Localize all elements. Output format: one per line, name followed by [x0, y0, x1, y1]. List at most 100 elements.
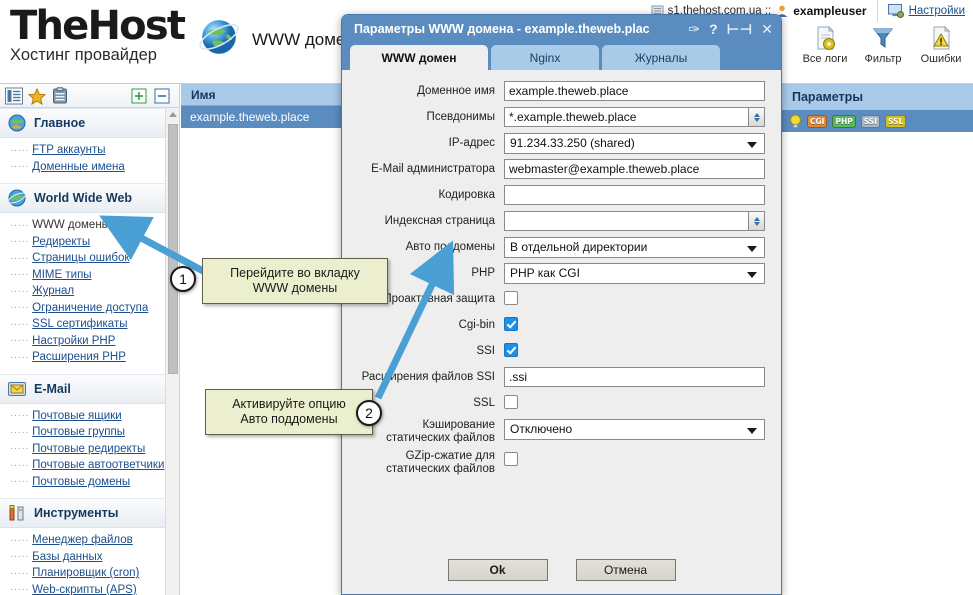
sidebar-item-label: Доменные имена	[32, 160, 125, 173]
lightbulb-icon[interactable]	[789, 114, 802, 129]
sidebar-item-почтовые-автоответчики[interactable]: ····· Почтовые автоответчики	[0, 457, 179, 474]
dialog-titlebar[interactable]: Параметры WWW домена - example.theweb.pl…	[342, 15, 781, 43]
collapse-all-icon[interactable]	[152, 87, 172, 105]
sidebar-item-менеджер-файлов[interactable]: ····· Менеджер файлов	[0, 532, 179, 549]
auto-subdomains-select[interactable]: В отдельной директории	[504, 237, 765, 258]
maximize-icon[interactable]: ⊢⊣	[727, 22, 753, 36]
ok-button[interactable]: Ok	[447, 559, 548, 581]
tab-www-домен[interactable]: WWW домен	[350, 45, 488, 70]
settings-link[interactable]: Настройки	[878, 0, 973, 22]
sidebar-group-1[interactable]: Главное	[0, 108, 179, 138]
domain-name-field[interactable]: example.theweb.place	[504, 81, 765, 101]
cgi-badge[interactable]: CGI	[807, 114, 828, 128]
tree-dots-icon: ·····	[10, 219, 30, 231]
field-text[interactable]	[504, 211, 748, 231]
sidebar-group-items: ····· Почтовые ящики ····· Почтовые группы ·…	[0, 404, 179, 499]
clear-icon[interactable]: ✑	[688, 22, 700, 36]
sidebar-item-доменные-имена[interactable]: ····· Доменные имена	[0, 159, 179, 176]
cancel-button[interactable]: Отмена	[575, 559, 676, 581]
sidebar-item-базы-данных[interactable]: ····· Базы данных	[0, 549, 179, 566]
ssi-badge[interactable]: SSI	[860, 114, 880, 128]
envelope-icon	[8, 381, 26, 396]
clipboard-icon[interactable]	[50, 86, 70, 105]
help-icon[interactable]: ?	[709, 22, 718, 36]
sidebar-item-почтовые-редиректы[interactable]: ····· Почтовые редиректы	[0, 441, 179, 458]
tab-журналы[interactable]: Журналы	[602, 45, 720, 70]
close-icon[interactable]: ✕	[761, 22, 773, 36]
ssl-badge[interactable]: SSL	[885, 114, 907, 128]
brand-logo[interactable]: TheHost Хостинг провайдер	[10, 4, 190, 64]
sidebar-group-2[interactable]: World Wide Web	[0, 183, 179, 213]
charset-field[interactable]	[504, 185, 765, 205]
sidebar-item-почтовые-домены[interactable]: ····· Почтовые домены	[0, 474, 179, 491]
sidebar-item-страницы-ошибок[interactable]: ····· Страницы ошибок	[0, 250, 179, 267]
tab-nginx[interactable]: Nginx	[491, 45, 599, 70]
sidebar-item-label: Web-скрипты (APS)	[32, 583, 137, 595]
form-row: PHP PHP как CGI	[358, 263, 765, 284]
sidebar-item-web-скрипты-aps[interactable]: ····· Web-скрипты (APS)	[0, 582, 179, 595]
field-label: Кодировка	[438, 189, 495, 201]
scroll-thumb[interactable]	[168, 124, 178, 374]
spinner-icon[interactable]	[748, 107, 765, 127]
ssi-checkbox[interactable]	[504, 343, 518, 357]
sidebar-scrollbar[interactable]	[165, 108, 179, 595]
php-mode-select[interactable]: PHP как CGI	[504, 263, 765, 284]
callout-2-box: Активируйте опцию Авто поддомены	[205, 389, 373, 435]
static-cache-select[interactable]: Отключено	[504, 419, 765, 440]
sidebar-item-почтовые-группы[interactable]: ····· Почтовые группы	[0, 424, 179, 441]
index-page-field[interactable]	[504, 211, 765, 231]
form-row: Расширения файлов SSI .ssi	[358, 367, 765, 388]
ip-address-select[interactable]: 91.234.33.250 (shared)	[504, 133, 765, 154]
admin-email-field[interactable]: webmaster@example.theweb.place	[504, 159, 765, 179]
scroll-up-arrow[interactable]	[168, 112, 177, 117]
sidebar-item-label: MIME типы	[32, 268, 92, 281]
sidebar-item-ftp-аккаунты[interactable]: ····· FTP аккаунты	[0, 142, 179, 159]
sidebar-item-журнал[interactable]: ····· Журнал	[0, 283, 179, 300]
field-label: Индексная страница	[384, 215, 495, 227]
cgi-bin-checkbox[interactable]	[504, 317, 518, 331]
ssl-checkbox[interactable]	[504, 395, 518, 409]
tool-errors[interactable]: Ошибки	[913, 24, 969, 67]
php-badge[interactable]: PHP	[832, 114, 856, 128]
field-control: Отключено	[504, 419, 765, 440]
tree-dots-icon: ·····	[10, 144, 30, 156]
sidebar-group-3[interactable]: E-Mail	[0, 373, 179, 404]
tree-dots-icon: ·····	[10, 285, 30, 297]
sidebar-item-label: Менеджер файлов	[32, 534, 133, 547]
sidebar-item-label: Почтовые домены	[32, 475, 131, 488]
sidebar-item-ssl-сертификаты[interactable]: ····· SSL сертификаты	[0, 316, 179, 333]
menu-list-icon[interactable]	[4, 87, 24, 105]
field-label: IP-адрес	[448, 137, 495, 149]
parameters-panel-title: Параметры	[780, 84, 973, 110]
tool-all-logs[interactable]: Все логи	[797, 24, 853, 67]
ssi-extensions-field[interactable]: .ssi	[504, 367, 765, 387]
sidebar-item-label: Почтовые группы	[32, 426, 125, 439]
sidebar-item-расширения-php[interactable]: ····· Расширения PHP	[0, 349, 179, 366]
logo-primary-text: TheHost	[10, 3, 186, 49]
form-row: Псевдонимы *.example.theweb.place	[358, 107, 765, 128]
sidebar-group-label: Главное	[34, 116, 86, 130]
aliases-field[interactable]: *.example.theweb.place	[504, 107, 765, 127]
tree-dots-icon: ·····	[10, 459, 30, 471]
sidebar-item-ограничение-доступа[interactable]: ····· Ограничение доступа	[0, 300, 179, 317]
sidebar-group-4[interactable]: Инструменты	[0, 498, 179, 528]
proactive-protection-checkbox[interactable]	[504, 291, 518, 305]
form-row: IP-адрес 91.234.33.250 (shared)	[358, 133, 765, 154]
sidebar-item-mime-типы[interactable]: ····· MIME типы	[0, 267, 179, 284]
gzip-compression-checkbox[interactable]	[504, 452, 518, 466]
sidebar-item-редиректы[interactable]: ····· Редиректы	[0, 234, 179, 251]
sidebar-item-настройки-php[interactable]: ····· Настройки PHP	[0, 333, 179, 350]
tool-filter[interactable]: Фильтр	[855, 24, 911, 67]
filter-icon	[872, 28, 894, 48]
sidebar-item-label: Почтовые редиректы	[32, 442, 146, 455]
sidebar-item-label: Страницы ошибок	[32, 252, 130, 265]
sidebar-item-планировщик-cron[interactable]: ····· Планировщик (cron)	[0, 565, 179, 582]
sidebar-nav: Главное ····· FTP аккаунты ····· Доменные им…	[0, 108, 179, 595]
favorites-star-icon[interactable]	[27, 87, 47, 105]
field-text[interactable]: *.example.theweb.place	[504, 107, 748, 127]
sidebar-item-www-домены[interactable]: ····· WWW домены	[0, 217, 179, 234]
all-logs-icon	[817, 25, 835, 50]
sidebar-item-почтовые-ящики[interactable]: ····· Почтовые ящики	[0, 408, 179, 425]
spinner-icon[interactable]	[748, 211, 765, 231]
expand-all-icon[interactable]	[129, 87, 149, 105]
